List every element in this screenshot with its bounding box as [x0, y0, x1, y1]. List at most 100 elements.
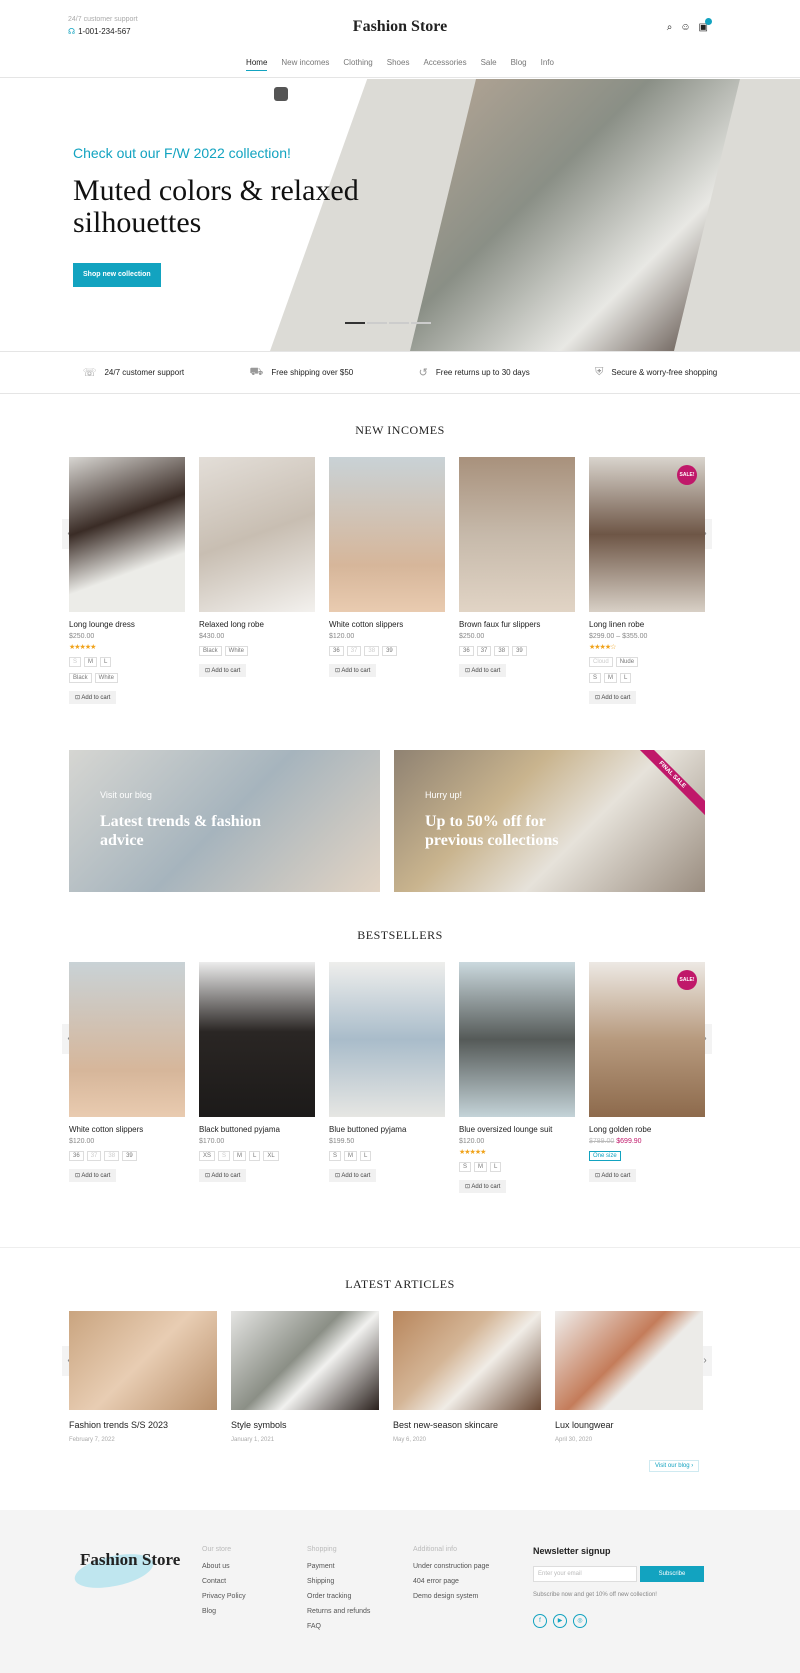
add-to-cart-button[interactable]: ⊡ Add to cart	[329, 664, 377, 677]
footer-link[interactable]: Contact	[202, 1578, 246, 1585]
add-to-cart-button[interactable]: ⊡ Add to cart	[459, 664, 507, 677]
product-card[interactable]: Blue buttoned pyjama $199.50 SML ⊡ Add t…	[329, 962, 445, 1193]
blog-banner[interactable]: Visit our blog Latest trends & fashion a…	[69, 750, 380, 892]
size-option[interactable]: L	[620, 673, 632, 683]
size-option[interactable]: S	[589, 673, 602, 683]
size-option[interactable]: 36	[69, 1151, 84, 1161]
size-option[interactable]: M	[344, 1151, 358, 1161]
add-to-cart-button[interactable]: ⊡ Add to cart	[199, 1169, 247, 1182]
size-option[interactable]: L	[360, 1151, 372, 1161]
user-icon[interactable]: ☺	[680, 22, 690, 33]
footer-link[interactable]: Blog	[202, 1608, 246, 1615]
article-card[interactable]: Fashion trends S/S 2023 February 7, 2022	[69, 1311, 217, 1443]
nav-accessories[interactable]: Accessories	[423, 58, 466, 71]
size-option[interactable]: XL	[263, 1151, 279, 1161]
size-option[interactable]: M	[474, 1162, 488, 1172]
product-image[interactable]	[69, 962, 185, 1117]
add-to-cart-button[interactable]: ⊡ Add to cart	[69, 691, 117, 704]
product-card[interactable]: Blue oversized lounge suit $120.00 ★★★★★…	[459, 962, 575, 1193]
footer-link[interactable]: Payment	[307, 1563, 370, 1570]
add-to-cart-button[interactable]: ⊡ Add to cart	[199, 664, 247, 677]
color-option[interactable]: Cloud	[589, 657, 613, 667]
youtube-icon[interactable]: ▶	[553, 1614, 567, 1628]
color-option[interactable]: White	[224, 646, 249, 656]
product-card[interactable]: SALE! Long golden robe $789.00 $699.90 O…	[589, 962, 705, 1193]
video-icon[interactable]	[274, 87, 288, 101]
size-option[interactable]: S	[329, 1151, 342, 1161]
product-card[interactable]: SALE! Long linen robe $299.00 – $355.00 …	[589, 457, 705, 704]
product-name[interactable]: Brown faux fur slippers	[459, 620, 575, 629]
nav-clothing[interactable]: Clothing	[343, 58, 372, 71]
size-option[interactable]: S	[459, 1162, 472, 1172]
product-image[interactable]: SALE!	[589, 457, 705, 612]
product-image[interactable]	[329, 457, 445, 612]
article-image[interactable]	[555, 1311, 703, 1410]
search-icon[interactable]: ⌕	[667, 22, 673, 33]
size-option[interactable]: 38	[104, 1151, 120, 1161]
newsletter-email-input[interactable]: Enter your email	[533, 1566, 637, 1582]
size-option[interactable]: 39	[512, 646, 527, 656]
product-image[interactable]	[329, 962, 445, 1117]
product-name[interactable]: Long lounge dress	[69, 620, 185, 629]
footer-link[interactable]: Under construction page	[413, 1563, 489, 1570]
footer-link[interactable]: Returns and refunds	[307, 1608, 370, 1615]
product-name[interactable]: Blue oversized lounge suit	[459, 1125, 575, 1134]
size-option[interactable]: 37	[476, 646, 492, 656]
size-option[interactable]: 38	[494, 646, 510, 656]
size-option[interactable]: One size	[589, 1151, 621, 1161]
article-card[interactable]: Lux loungwear April 30, 2020	[555, 1311, 703, 1443]
size-option[interactable]: XS	[199, 1151, 216, 1161]
footer-link[interactable]: 404 error page	[413, 1578, 489, 1585]
size-option[interactable]: S	[218, 1151, 231, 1161]
product-image[interactable]: SALE!	[589, 962, 705, 1117]
product-name[interactable]: Relaxed long robe	[199, 620, 315, 629]
nav-shoes[interactable]: Shoes	[387, 58, 410, 71]
hero-dot[interactable]	[367, 322, 387, 324]
color-option[interactable]: Black	[69, 673, 92, 683]
add-to-cart-button[interactable]: ⊡ Add to cart	[589, 1169, 637, 1182]
product-card[interactable]: White cotton slippers $120.00 36 37 38 39 ⊡…	[69, 962, 185, 1193]
hero-dot[interactable]	[411, 322, 431, 324]
hero-dot[interactable]	[345, 322, 365, 324]
size-option[interactable]: L	[490, 1162, 502, 1172]
add-to-cart-button[interactable]: ⊡ Add to cart	[589, 691, 637, 704]
size-option[interactable]: 37	[346, 646, 362, 656]
article-title[interactable]: Best new-season skincare	[393, 1420, 541, 1430]
product-name[interactable]: White cotton slippers	[329, 620, 445, 629]
article-card[interactable]: Style symbols January 1, 2021	[231, 1311, 379, 1443]
product-card[interactable]: Relaxed long robe $430.00 Black White ⊡ A…	[199, 457, 315, 704]
article-title[interactable]: Fashion trends S/S 2023	[69, 1420, 217, 1430]
product-name[interactable]: Blue buttoned pyjama	[329, 1125, 445, 1134]
size-option[interactable]: 37	[86, 1151, 102, 1161]
footer-link[interactable]: Order tracking	[307, 1593, 370, 1600]
product-name[interactable]: Long linen robe	[589, 620, 705, 629]
footer-link[interactable]: Shipping	[307, 1578, 370, 1585]
article-title[interactable]: Style symbols	[231, 1420, 379, 1430]
footer-logo[interactable]: Fashion Store	[71, 1548, 180, 1594]
footer-link[interactable]: FAQ	[307, 1623, 370, 1630]
product-card[interactable]: Black buttoned pyjama $170.00 XS S M L XL ⊡ …	[199, 962, 315, 1193]
size-option[interactable]: S	[69, 657, 82, 667]
article-card[interactable]: Best new-season skincare May 6, 2020	[393, 1311, 541, 1443]
product-card[interactable]: Long lounge dress $250.00 ★★★★★ SML Blac…	[69, 457, 185, 704]
visit-blog-link[interactable]: Visit our blog ›	[649, 1460, 700, 1472]
footer-link[interactable]: About us	[202, 1563, 246, 1570]
size-option[interactable]: 38	[364, 646, 380, 656]
footer-link[interactable]: Demo design system	[413, 1593, 489, 1600]
product-name[interactable]: Long golden robe	[589, 1125, 705, 1134]
product-image[interactable]	[459, 457, 575, 612]
size-option[interactable]: M	[233, 1151, 247, 1161]
size-option[interactable]: M	[84, 657, 98, 667]
article-title[interactable]: Lux loungwear	[555, 1420, 703, 1430]
product-image[interactable]	[459, 962, 575, 1117]
nav-home[interactable]: Home	[246, 58, 268, 71]
facebook-icon[interactable]: f	[533, 1614, 547, 1628]
instagram-icon[interactable]: ◎	[573, 1614, 587, 1628]
product-image[interactable]	[199, 962, 315, 1117]
size-option[interactable]: 36	[459, 646, 474, 656]
size-option[interactable]: M	[604, 673, 618, 683]
size-option[interactable]: 36	[329, 646, 344, 656]
product-card[interactable]: White cotton slippers $120.00 36 37 38 39 ⊡…	[329, 457, 445, 704]
color-option[interactable]: White	[94, 673, 119, 683]
product-name[interactable]: Black buttoned pyjama	[199, 1125, 315, 1134]
